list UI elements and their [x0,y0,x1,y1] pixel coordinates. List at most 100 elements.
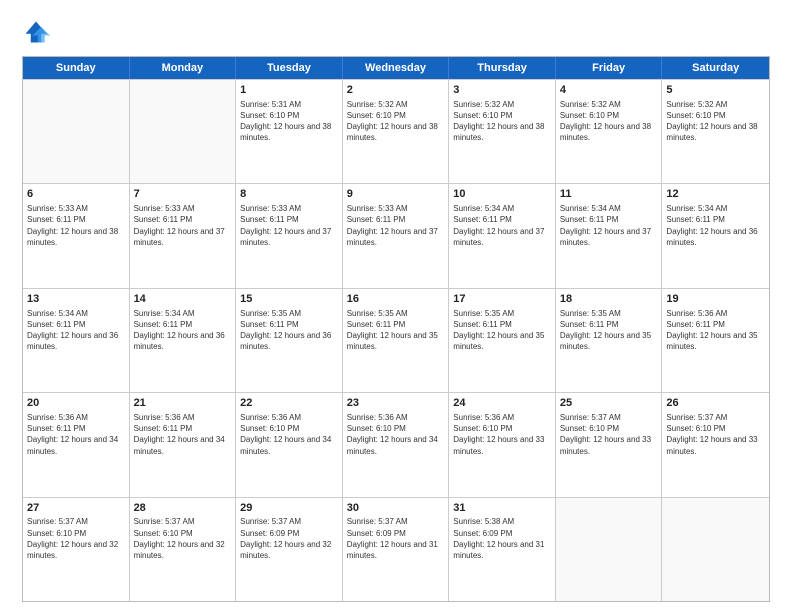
day-number: 13 [27,292,125,307]
cell-info: Sunrise: 5:32 AM Sunset: 6:10 PM Dayligh… [666,99,765,144]
cell-info: Sunrise: 5:36 AM Sunset: 6:11 PM Dayligh… [134,412,232,457]
cell-info: Sunrise: 5:32 AM Sunset: 6:10 PM Dayligh… [347,99,445,144]
cell-info: Sunrise: 5:35 AM Sunset: 6:11 PM Dayligh… [560,308,658,353]
day-number: 3 [453,83,551,98]
day-number: 31 [453,501,551,516]
day-number: 17 [453,292,551,307]
cal-cell: 14Sunrise: 5:34 AM Sunset: 6:11 PM Dayli… [130,289,237,392]
cal-cell: 19Sunrise: 5:36 AM Sunset: 6:11 PM Dayli… [662,289,769,392]
day-number: 5 [666,83,765,98]
cal-cell [130,80,237,183]
day-number: 2 [347,83,445,98]
cal-cell: 16Sunrise: 5:35 AM Sunset: 6:11 PM Dayli… [343,289,450,392]
day-number: 29 [240,501,338,516]
cal-cell: 5Sunrise: 5:32 AM Sunset: 6:10 PM Daylig… [662,80,769,183]
day-number: 25 [560,396,658,411]
cal-cell: 30Sunrise: 5:37 AM Sunset: 6:09 PM Dayli… [343,498,450,601]
cal-cell [662,498,769,601]
cal-cell: 18Sunrise: 5:35 AM Sunset: 6:11 PM Dayli… [556,289,663,392]
cal-header-cell-tuesday: Tuesday [236,57,343,79]
cell-info: Sunrise: 5:34 AM Sunset: 6:11 PM Dayligh… [560,203,658,248]
cal-cell: 10Sunrise: 5:34 AM Sunset: 6:11 PM Dayli… [449,184,556,287]
cal-cell: 28Sunrise: 5:37 AM Sunset: 6:10 PM Dayli… [130,498,237,601]
cal-header-cell-saturday: Saturday [662,57,769,79]
cell-info: Sunrise: 5:38 AM Sunset: 6:09 PM Dayligh… [453,516,551,561]
cal-row-1: 6 Sunrise: 5:33 AM Sunset: 6:11 PM Daylig… [23,183,769,287]
cal-cell: 2Sunrise: 5:32 AM Sunset: 6:10 PM Daylig… [343,80,450,183]
cal-cell: 31Sunrise: 5:38 AM Sunset: 6:09 PM Dayli… [449,498,556,601]
cell-info: Sunrise: 5:36 AM Sunset: 6:10 PM Dayligh… [347,412,445,457]
logo [22,18,54,46]
cell-info: Sunrise: 5:37 AM Sunset: 6:10 PM Dayligh… [666,412,765,457]
cal-cell: 26Sunrise: 5:37 AM Sunset: 6:10 PM Dayli… [662,393,769,496]
day-number: 16 [347,292,445,307]
day-number: 26 [666,396,765,411]
cal-header-cell-monday: Monday [130,57,237,79]
cal-cell: 15Sunrise: 5:35 AM Sunset: 6:11 PM Dayli… [236,289,343,392]
day-number: 11 [560,187,658,202]
cell-info: Sunrise: 5:37 AM Sunset: 6:09 PM Dayligh… [347,516,445,561]
cal-cell: 1Sunrise: 5:31 AM Sunset: 6:10 PM Daylig… [236,80,343,183]
page: SundayMondayTuesdayWednesdayThursdayFrid… [0,0,792,612]
cell-info: Sunrise: 5:34 AM Sunset: 6:11 PM Dayligh… [134,308,232,353]
cal-cell: 22Sunrise: 5:36 AM Sunset: 6:10 PM Dayli… [236,393,343,496]
cell-info: Sunrise: 5:36 AM Sunset: 6:10 PM Dayligh… [240,412,338,457]
day-number: 8 [240,187,338,202]
day-number: 23 [347,396,445,411]
cal-row-3: 20 Sunrise: 5:36 AM Sunset: 6:11 PM Dayli… [23,392,769,496]
cal-cell: 3Sunrise: 5:32 AM Sunset: 6:10 PM Daylig… [449,80,556,183]
cal-cell [556,498,663,601]
cal-row-2: 13Sunrise: 5:34 AM Sunset: 6:11 PM Dayli… [23,288,769,392]
day-number: 20 [27,396,125,411]
cell-info: Sunrise: 5:31 AM Sunset: 6:10 PM Dayligh… [240,99,338,144]
day-number: 30 [347,501,445,516]
day-number: 27 [27,501,125,516]
cell-info: Sunrise: 5:33 AM Sunset: 6:11 PM Dayligh… [347,203,445,248]
day-number: 14 [134,292,232,307]
day-number: 12 [666,187,765,202]
calendar-header-row: SundayMondayTuesdayWednesdayThursdayFrid… [23,57,769,79]
day-number: 7 [134,187,232,202]
cal-cell: 13Sunrise: 5:34 AM Sunset: 6:11 PM Dayli… [23,289,130,392]
cal-cell [23,80,130,183]
logo-icon [22,18,50,46]
cell-info: Sunrise: 5:34 AM Sunset: 6:11 PM Dayligh… [27,308,125,353]
cell-info: Sunrise: 5:36 AM Sunset: 6:10 PM Dayligh… [453,412,551,457]
cal-cell: 23Sunrise: 5:36 AM Sunset: 6:10 PM Dayli… [343,393,450,496]
day-number: 22 [240,396,338,411]
cal-header-cell-friday: Friday [556,57,663,79]
day-number: 21 [134,396,232,411]
day-number: 28 [134,501,232,516]
cell-info: Sunrise: 5:34 AM Sunset: 6:11 PM Dayligh… [666,203,765,248]
cell-info: Sunrise: 5:35 AM Sunset: 6:11 PM Dayligh… [347,308,445,353]
cell-info: Sunrise: 5:37 AM Sunset: 6:10 PM Dayligh… [27,516,125,561]
cal-header-cell-wednesday: Wednesday [343,57,450,79]
cal-row-0: 1Sunrise: 5:31 AM Sunset: 6:10 PM Daylig… [23,79,769,183]
day-number: 19 [666,292,765,307]
cell-info: Sunrise: 5:37 AM Sunset: 6:10 PM Dayligh… [560,412,658,457]
day-number: 6 [27,187,125,202]
cell-info: Sunrise: 5:35 AM Sunset: 6:11 PM Dayligh… [240,308,338,353]
cal-cell: 20Sunrise: 5:36 AM Sunset: 6:11 PM Dayli… [23,393,130,496]
day-number: 4 [560,83,658,98]
cal-cell: 11Sunrise: 5:34 AM Sunset: 6:11 PM Dayli… [556,184,663,287]
calendar: SundayMondayTuesdayWednesdayThursdayFrid… [22,56,770,602]
calendar-body: 1Sunrise: 5:31 AM Sunset: 6:10 PM Daylig… [23,79,769,601]
cal-cell: 29Sunrise: 5:37 AM Sunset: 6:09 PM Dayli… [236,498,343,601]
cell-info: Sunrise: 5:32 AM Sunset: 6:10 PM Dayligh… [453,99,551,144]
cal-row-4: 27Sunrise: 5:37 AM Sunset: 6:10 PM Dayli… [23,497,769,601]
cal-cell: 6Sunrise: 5:33 AM Sunset: 6:11 PM Daylig… [23,184,130,287]
cal-cell: 9Sunrise: 5:33 AM Sunset: 6:11 PM Daylig… [343,184,450,287]
day-number: 1 [240,83,338,98]
day-number: 15 [240,292,338,307]
day-number: 18 [560,292,658,307]
cal-header-cell-sunday: Sunday [23,57,130,79]
cal-cell: 12Sunrise: 5:34 AM Sunset: 6:11 PM Dayli… [662,184,769,287]
cell-info: Sunrise: 5:35 AM Sunset: 6:11 PM Dayligh… [453,308,551,353]
cal-cell: 25Sunrise: 5:37 AM Sunset: 6:10 PM Dayli… [556,393,663,496]
cell-info: Sunrise: 5:32 AM Sunset: 6:10 PM Dayligh… [560,99,658,144]
day-number: 9 [347,187,445,202]
cal-cell: 27Sunrise: 5:37 AM Sunset: 6:10 PM Dayli… [23,498,130,601]
cell-info: Sunrise: 5:33 AM Sunset: 6:11 PM Dayligh… [240,203,338,248]
cell-info: Sunrise: 5:37 AM Sunset: 6:09 PM Dayligh… [240,516,338,561]
